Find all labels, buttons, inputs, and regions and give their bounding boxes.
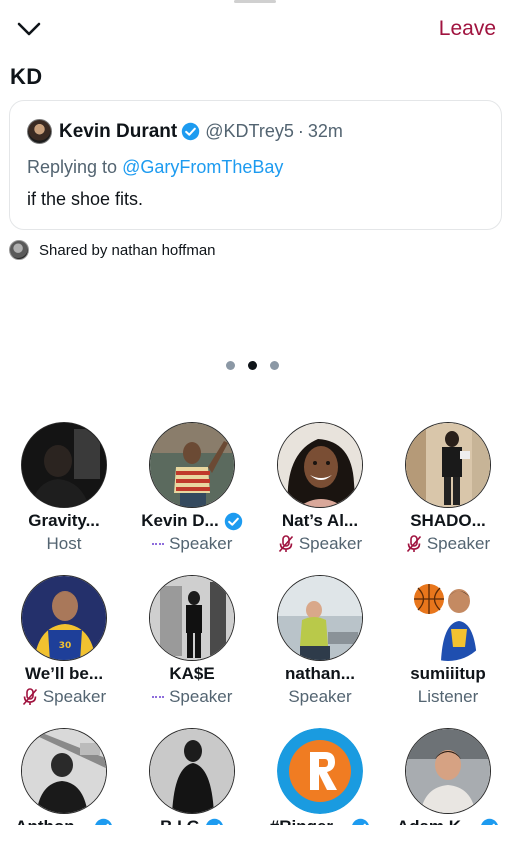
tweet-header: Kevin Durant @KDTrey5 · 32m [27,119,343,144]
participants-grid: Gravity... Host Kevin D... Speaker Nat’s… [0,420,518,825]
participant-avatar: 30 [21,575,107,661]
verified-badge-icon [205,818,223,825]
participant-name: #Ringer... [256,817,384,825]
participant-name: Gravity... [28,511,100,530]
participant-name: Anthon... [0,817,128,825]
speaking-indicator-icon [151,696,165,698]
participant-role: Speaker [0,687,128,707]
participant-avatar [21,728,107,814]
mic-muted-icon [278,535,293,553]
participant-tile[interactable]: sumiiitup Listener [384,573,512,713]
participant-tile[interactable]: Anthon... [0,726,128,825]
participant-tile[interactable]: Adam K... [384,726,512,825]
pager-dot-2[interactable] [248,361,257,370]
participant-name: nathan... [285,664,355,683]
participant-role: Speaker [128,534,256,554]
participant-avatar [277,575,363,661]
participant-avatar [405,422,491,508]
participant-avatar [149,728,235,814]
participant-role: Host [46,534,82,553]
participant-name: SHADO... [410,511,486,530]
pinned-tweet-card[interactable]: Kevin Durant @KDTrey5 · 32m Replying to … [9,100,502,230]
participant-name: Kevin D... [128,511,256,531]
tweet-author-avatar[interactable] [27,119,52,144]
participant-tile[interactable]: Kevin D... Speaker [128,420,256,560]
participant-name: B.I.G [128,817,256,825]
verified-badge-icon [481,818,499,825]
chevron-down-icon [17,22,41,36]
svg-text:30: 30 [59,641,72,651]
participant-name: KA$E [169,664,215,683]
participant-avatar [405,728,491,814]
tweet-author-handle[interactable]: @KDTrey5 [205,121,294,142]
participant-tile[interactable]: nathan... Speaker [256,573,384,713]
tweet-author-name[interactable]: Kevin Durant [59,121,177,143]
shared-by-row: Shared by nathan hoffman [9,240,216,260]
participant-tile[interactable]: KA$E Speaker [128,573,256,713]
participant-tile[interactable]: #Ringer... [256,726,384,825]
participant-name: Adam K... [384,817,512,825]
pager-dot-1[interactable] [226,361,235,370]
participant-role: Speaker [288,687,352,706]
participant-avatar [149,422,235,508]
participant-role: Speaker [128,687,256,707]
collapse-button[interactable] [12,14,46,44]
tweet-text: if the shoe fits. [27,189,144,209]
verified-badge-icon [224,512,242,530]
tweet-separator: · [297,121,304,141]
participant-tile[interactable]: Nat’s Al... Speaker [256,420,384,560]
shared-by-text: Shared by nathan hoffman [39,241,216,259]
participant-role: Speaker [256,534,384,554]
participant-role: Listener [417,687,479,706]
participant-tile[interactable]: SHADO... Speaker [384,420,512,560]
participant-avatar [405,575,491,661]
participant-avatar [149,575,235,661]
participant-avatar [277,728,363,814]
replying-prefix: Replying to [27,157,118,177]
speaking-indicator-icon [151,543,165,545]
participant-avatar [277,422,363,508]
participant-name: Nat’s Al... [281,511,359,530]
verified-badge-icon [181,122,200,141]
leave-button[interactable]: Leave [439,17,496,41]
tweet-timestamp: 32m [307,121,343,141]
participant-tile[interactable]: 30 We’ll be... Speaker [0,573,128,713]
tweet-replying-to: Replying to @GaryFromTheBay [27,157,283,178]
verified-badge-icon [352,818,370,825]
pager-dot-3[interactable] [270,361,279,370]
participant-avatar [21,422,107,508]
space-header: Leave [0,0,518,60]
participant-name: sumiiitup [410,664,486,683]
participant-role: Speaker [384,534,512,554]
participant-name: We’ll be... [24,664,104,683]
participant-tile[interactable]: B.I.G [128,726,256,825]
space-title: KD [10,64,43,89]
replying-to-link[interactable]: @GaryFromTheBay [122,157,283,177]
sharer-avatar [9,240,29,260]
verified-badge-icon [94,818,112,825]
pager-dots [226,361,279,370]
participant-tile[interactable]: Gravity... Host [0,420,128,560]
mic-muted-icon [22,688,37,706]
mic-muted-icon [406,535,421,553]
